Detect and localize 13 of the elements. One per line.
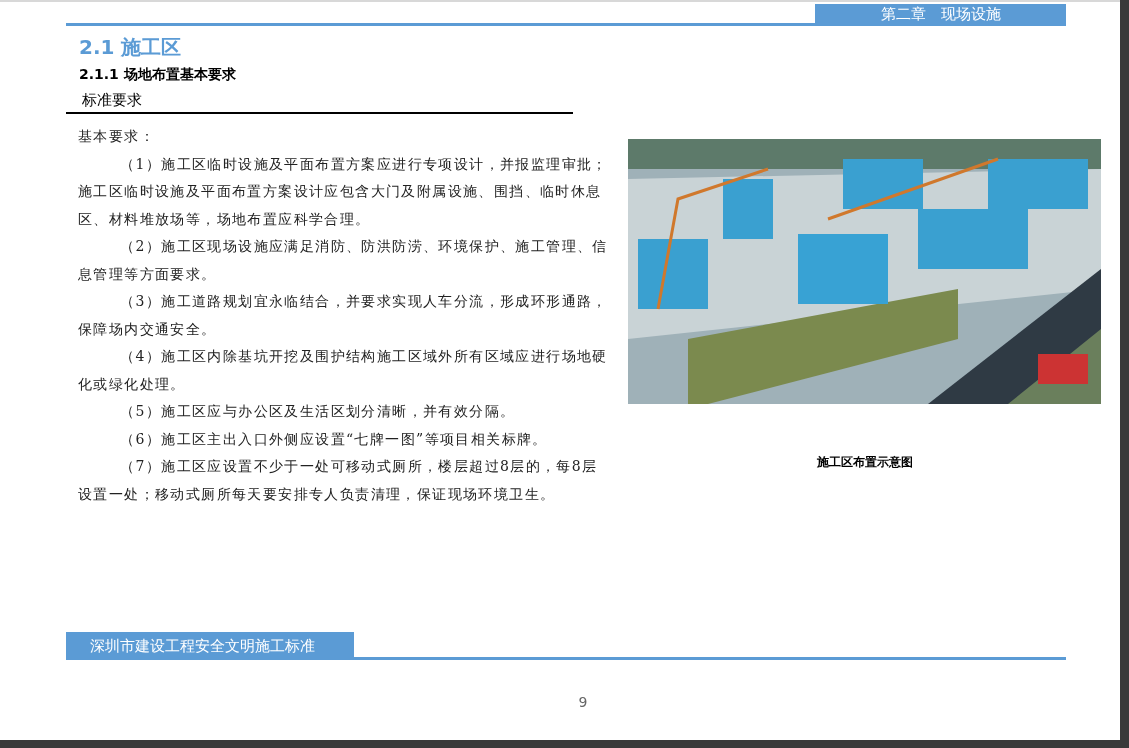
body-paragraph: （1）施工区临时设施及平面布置方案应进行专项设计，并报监理审批；施工区临时设施及平面布置方案设计应包含大门及附属设施、围挡、临时休息区、材料堆放场等，场地布置应科学合理。 [78, 154, 608, 229]
body-paragraph: （7）施工区应设置不少于一处可移动式厕所，楼层超过8层的，每8层设置一处；移动式厕所每天要安排专人负责清理，保证现场环境卫生。 [78, 457, 599, 504]
body-paragraph: （2）施工区现场设施应满足消防、防洪防涝、环境保护、施工管理、信息管理等方面要求。 [78, 237, 608, 284]
body-paragraph: （6）施工区主出入口外侧应设置“七牌一图”等项目相关标牌。 [119, 429, 549, 449]
body-paragraph: （4）施工区内除基坑开挖及围护结构施工区域外所有区域应进行场地硬化或绿化处理。 [78, 347, 608, 394]
figure-caption: 施工区布置示意图 [816, 454, 913, 471]
body-paragraph: （5）施工区应与办公区及生活区划分清晰，并有效分隔。 [119, 402, 517, 421]
subsection-title: 2.1.1 场地布置基本要求 [79, 65, 237, 84]
body-text: 基本要求： [78, 127, 156, 146]
body-paragraph: （3）施工道路规划宜永临结合，并要求实现人车分流，形成环形通路，保障场内交通安全。 [78, 292, 608, 339]
section-label: 标准要求 [82, 91, 142, 109]
section-title: 2.1 施工区 [79, 34, 183, 60]
page-number: 9 [578, 694, 588, 710]
